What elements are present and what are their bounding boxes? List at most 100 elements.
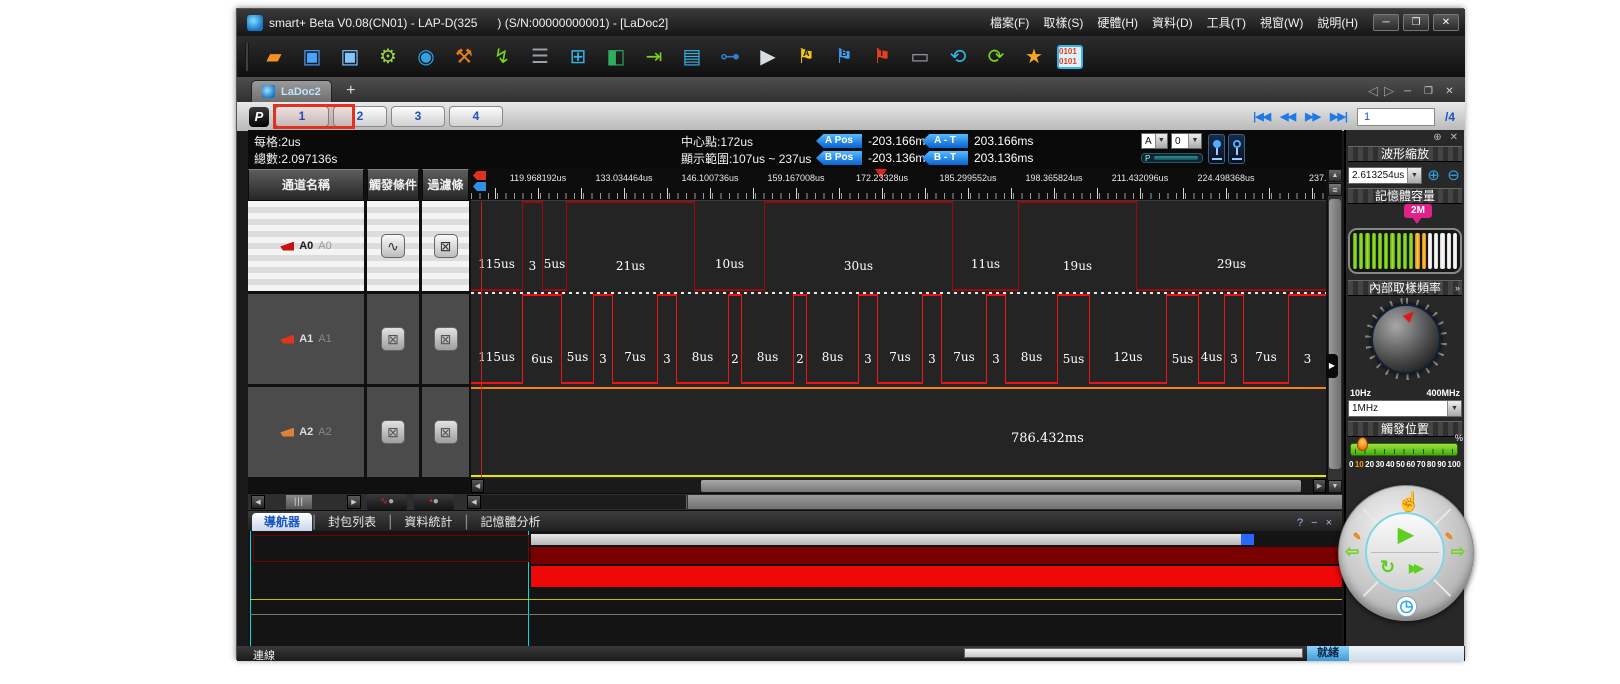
- flag-b-marker-icon[interactable]: [473, 182, 486, 191]
- doc-next-icon[interactable]: ▷: [1384, 83, 1394, 99]
- pan-left-icon[interactable]: ◀: [467, 495, 481, 509]
- menu-item-1[interactable]: 取樣(S): [1038, 12, 1088, 33]
- menu-item-4[interactable]: 工具(T): [1202, 12, 1251, 33]
- waveform-mark-button[interactable]: ∿●: [367, 494, 407, 510]
- doc-restore-button[interactable]: ❐: [1421, 86, 1436, 97]
- page-number-input[interactable]: [1357, 108, 1435, 126]
- device-panel-icon[interactable]: ⊞: [563, 42, 593, 72]
- filter-condition-icon[interactable]: ⊠: [434, 327, 458, 351]
- horizontal-scrollbar[interactable]: ◀ ▶: [471, 479, 1326, 493]
- minimize-panel-icon[interactable]: −: [1311, 517, 1317, 529]
- point-mark-button[interactable]: •●: [414, 494, 454, 510]
- video-icon[interactable]: ▶: [753, 42, 783, 72]
- navigator-range-bar[interactable]: [531, 534, 1251, 545]
- value-select[interactable]: 0▼: [1171, 133, 1202, 149]
- chevron-down-icon[interactable]: ▼: [1407, 168, 1421, 183]
- a-pos-badge[interactable]: A Pos: [816, 134, 862, 148]
- document-tab[interactable]: LaDoc2: [251, 80, 332, 102]
- tab-memory-analysis[interactable]: 記憶體分析: [469, 513, 553, 531]
- channel-name-cell[interactable]: A0A0: [248, 201, 364, 291]
- page-button-3[interactable]: 3: [391, 106, 445, 127]
- scrollbar-grip-icon[interactable]: ≡: [1328, 183, 1342, 196]
- page-button-1[interactable]: 1: [275, 106, 329, 127]
- zoom-scale-select[interactable]: 2.613254us▼: [1348, 167, 1422, 184]
- chevron-down-icon[interactable]: ▼: [1447, 401, 1461, 416]
- open-file-icon[interactable]: ▰: [259, 42, 289, 72]
- flag-b-icon[interactable]: ⚑B: [829, 42, 859, 72]
- fast-forward-icon[interactable]: ▶▶: [1409, 561, 1419, 575]
- trigger-condition-icon[interactable]: ∿: [381, 234, 405, 258]
- save-back-icon[interactable]: ▣: [335, 42, 365, 72]
- connector-icon[interactable]: ⊶: [715, 42, 745, 72]
- play-icon[interactable]: ▶: [1398, 522, 1413, 547]
- chevron-down-icon[interactable]: ▼: [1188, 134, 1201, 148]
- trigger-condition-icon[interactable]: ⊠: [381, 420, 405, 444]
- pin-icon[interactable]: ⊕: [1433, 132, 1441, 143]
- eraser-icon[interactable]: ▭: [905, 42, 935, 72]
- prev-page-button[interactable]: ◀◀: [1280, 110, 1295, 123]
- channel-scroll-left-icon[interactable]: ◀: [251, 495, 265, 509]
- navigator-range-handle[interactable]: [1241, 534, 1254, 545]
- page-group-badge[interactable]: P: [249, 107, 269, 127]
- scroll-up-icon[interactable]: ▲: [1328, 169, 1342, 182]
- export-icon[interactable]: ⇥: [639, 42, 669, 72]
- first-page-button[interactable]: |◀◀: [1253, 110, 1270, 123]
- menu-item-0[interactable]: 檔案(F): [985, 12, 1034, 33]
- scroll-left-icon[interactable]: ◀: [471, 479, 484, 493]
- memory-size-badge[interactable]: 2M: [1404, 204, 1432, 218]
- flag-t-icon[interactable]: ⚑T: [867, 42, 897, 72]
- page-button-4[interactable]: 4: [449, 106, 503, 127]
- last-page-button[interactable]: ▶▶|: [1330, 110, 1347, 123]
- menu-item-3[interactable]: 資料(D): [1147, 12, 1198, 33]
- zoom-next-icon[interactable]: ⟳: [981, 42, 1011, 72]
- compare-docs-icon[interactable]: ▤: [677, 42, 707, 72]
- time-ruler[interactable]: 119.968192us133.034464us146.100736us159.…: [471, 169, 1326, 201]
- more-icon[interactable]: »: [1455, 281, 1460, 296]
- help-icon[interactable]: ?: [1297, 517, 1303, 529]
- minimize-button[interactable]: ─: [1373, 14, 1399, 31]
- trigger-position-slider[interactable]: %: [1348, 441, 1462, 457]
- next-page-button[interactable]: ▶▶: [1305, 110, 1320, 123]
- replay-icon[interactable]: ↻: [1380, 557, 1395, 578]
- filter-condition-icon[interactable]: ⊠: [434, 234, 458, 258]
- trigger-condition-cell[interactable]: ⊠: [367, 387, 419, 477]
- filter-condition-cell[interactable]: ⊠: [422, 387, 469, 477]
- scroll-right-icon[interactable]: ▶: [1313, 479, 1326, 493]
- channel-row-a2[interactable]: A2A2⊠⊠: [248, 387, 469, 477]
- menu-item-5[interactable]: 視窗(W): [1255, 12, 1308, 33]
- channel-select[interactable]: A▼: [1141, 133, 1168, 149]
- vertical-scroll-thumb[interactable]: [1329, 199, 1341, 469]
- channel-name-cell[interactable]: A1A1: [248, 294, 364, 384]
- filter-condition-cell[interactable]: ⊠: [422, 201, 469, 291]
- favorite-icon[interactable]: ★: [1019, 42, 1049, 72]
- frequency-select[interactable]: 1MHz▼: [1348, 400, 1462, 417]
- page-right-icon[interactable]: ⇨: [1451, 542, 1465, 562]
- a-t-badge[interactable]: A - T: [922, 134, 968, 148]
- waveform-row-a1[interactable]: 115us6us5us37us38us28us28us37us37us38us5…: [471, 294, 1326, 384]
- trigger-slider-handle[interactable]: [1357, 437, 1368, 451]
- tab-data-statistics[interactable]: 資料統計: [392, 513, 464, 531]
- scroll-track[interactable]: [481, 495, 687, 509]
- chevron-down-icon[interactable]: ▼: [1155, 134, 1167, 148]
- tools-icon[interactable]: ⚒: [449, 42, 479, 72]
- vertical-scrollbar[interactable]: ▲ ≡ ▼: [1328, 169, 1342, 493]
- trigger-condition-icon[interactable]: ⊠: [381, 327, 405, 351]
- save-file-icon[interactable]: ▣: [297, 42, 327, 72]
- b-t-badge[interactable]: B - T: [922, 151, 968, 165]
- waveform-view[interactable]: 119.968192us133.034464us146.100736us159.…: [471, 169, 1326, 493]
- doc-prev-icon[interactable]: ◁: [1368, 83, 1378, 99]
- navigation-dial[interactable]: ☝ ⇦ ✎ ⇨ ✎ ◷ ▶ ↻ ▶▶: [1338, 485, 1474, 621]
- binary-data-icon[interactable]: 0101 0101: [1057, 45, 1083, 69]
- memory-depth-icon[interactable]: ☰: [525, 42, 555, 72]
- wave-scroll-thumb[interactable]: [688, 495, 1342, 509]
- restore-button[interactable]: ❐: [1403, 14, 1429, 31]
- channel-scroll-thumb[interactable]: |||: [286, 495, 312, 509]
- page-left-icon[interactable]: ⇦: [1345, 542, 1359, 562]
- doc-minimize-button[interactable]: ─: [1400, 86, 1415, 97]
- close-icon[interactable]: ✕: [1450, 132, 1458, 143]
- filter-condition-icon[interactable]: ⊠: [434, 420, 458, 444]
- marker-a-pin-button[interactable]: [1208, 134, 1225, 164]
- close-button[interactable]: ✕: [1433, 14, 1459, 31]
- window-layout-icon[interactable]: ◧: [601, 42, 631, 72]
- hand-pan-icon[interactable]: ☝: [1397, 490, 1421, 514]
